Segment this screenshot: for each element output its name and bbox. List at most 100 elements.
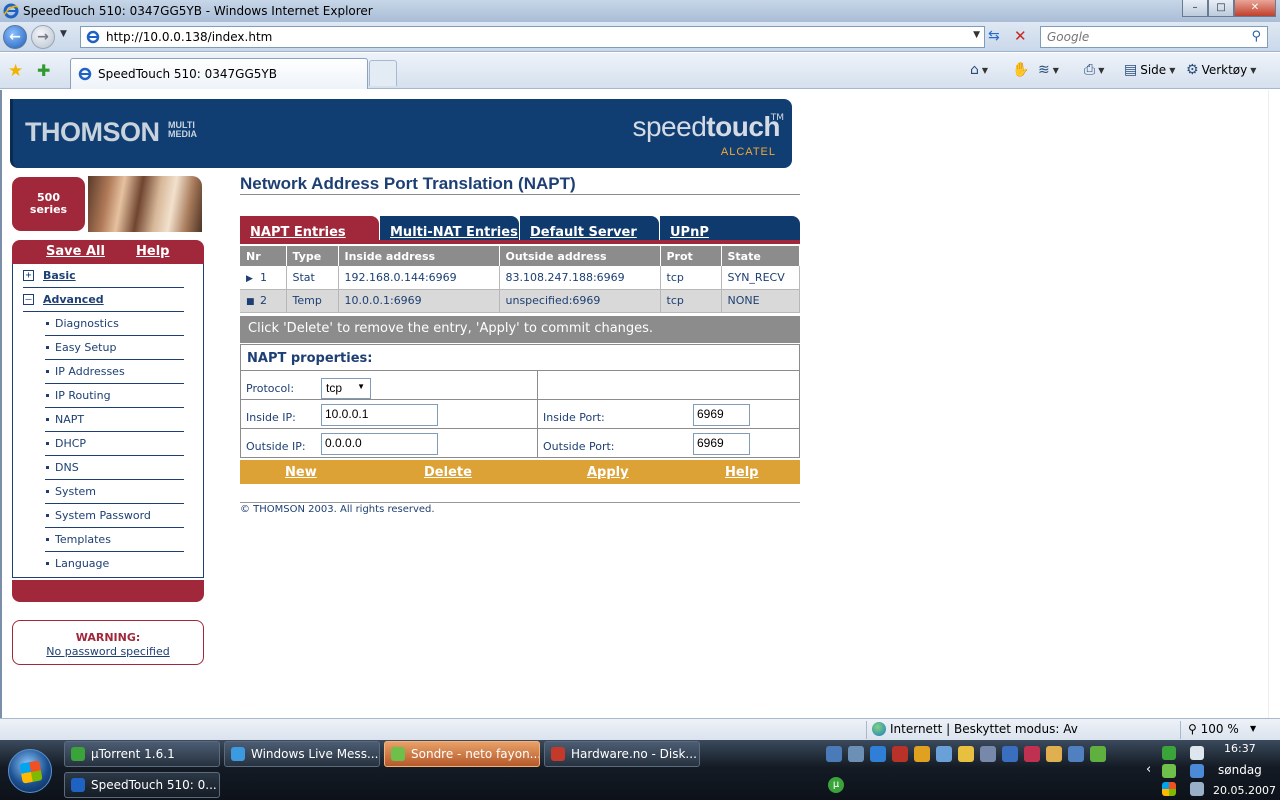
security-zone[interactable]: Internett | Beskyttet modus: Av — [872, 722, 1078, 736]
add-favorite-icon[interactable]: ✚ — [37, 61, 50, 80]
tray-film-icon[interactable] — [980, 746, 996, 762]
address-url[interactable]: http://10.0.0.138/index.htm — [106, 30, 272, 44]
inside-ip-input[interactable]: 10.0.0.1 — [321, 404, 438, 426]
sidebar-item-dhcp[interactable]: DHCP — [13, 432, 203, 456]
home-button[interactable]: ⌂ ▼ — [970, 62, 988, 78]
back-button[interactable]: ← — [3, 25, 27, 49]
sidebar-item-label[interactable]: System — [55, 485, 96, 498]
tray-media-icon[interactable] — [914, 746, 930, 762]
taskbar-speedtouch[interactable]: SpeedTouch 510: 0... — [64, 772, 220, 798]
address-dropdown-icon[interactable]: ▼ — [973, 30, 980, 40]
sidebar-item-ip-routing[interactable]: IP Routing — [13, 384, 203, 408]
delete-button[interactable]: Delete — [424, 465, 472, 480]
show-hidden-icons-chevron[interactable]: ‹ — [1146, 762, 1151, 777]
tray-ie-icon[interactable] — [870, 746, 886, 762]
forward-button[interactable]: → — [31, 25, 55, 49]
tray-utorrent-icon[interactable]: µ — [828, 777, 844, 793]
new-tab-button[interactable] — [369, 60, 397, 86]
sidebar-help-link[interactable]: Help — [136, 244, 169, 259]
address-bar[interactable]: http://10.0.0.138/index.htm ▼ — [80, 26, 985, 48]
taskbar-sondre-chat[interactable]: Sondre - neto fayon... — [384, 741, 540, 767]
history-dropdown-icon[interactable]: ▼ — [60, 29, 67, 39]
taskbar-live-messenger[interactable]: Windows Live Mess... — [224, 741, 380, 767]
tray-app-icon[interactable] — [936, 746, 952, 762]
sidebar-item-diagnostics[interactable]: Diagnostics — [13, 312, 203, 336]
new-button[interactable]: New — [285, 465, 317, 480]
sidebar-item-label[interactable]: Advanced — [43, 293, 104, 306]
tray-folder-icon[interactable] — [958, 746, 974, 762]
sidebar-item-ip-addresses[interactable]: IP Addresses — [13, 360, 203, 384]
sidebar-item-napt[interactable]: NAPT — [13, 408, 203, 432]
collapse-minus-icon[interactable]: – — [23, 294, 34, 305]
page-menu[interactable]: ▤ Side ▼ — [1124, 62, 1175, 78]
sidebar-item-label[interactable]: System Password — [55, 509, 151, 522]
search-input[interactable] — [1045, 28, 1240, 46]
minimize-button[interactable]: – — [1182, 0, 1208, 17]
taskbar-utorrent[interactable]: µTorrent 1.6.1 — [64, 741, 220, 767]
zoom-level[interactable]: ⚲ 100 % — [1188, 722, 1239, 736]
sidebar-item-easy-setup[interactable]: Easy Setup — [13, 336, 203, 360]
no-password-link[interactable]: No password specified — [13, 645, 203, 658]
favorites-star-icon[interactable]: ★ — [8, 61, 23, 81]
tray-window-icon[interactable] — [826, 746, 842, 762]
table-row-selected[interactable]: ■ 2 Temp 10.0.0.1:6969 unspecified:6969 t… — [240, 289, 800, 313]
tray-messenger-icon[interactable] — [1162, 764, 1176, 778]
clock-time[interactable]: 16:37 — [1224, 742, 1256, 755]
sidebar-item-label[interactable]: Language — [55, 557, 109, 570]
print-button[interactable]: ⎙ ▼ — [1084, 62, 1104, 78]
sidebar-item-label[interactable]: IP Routing — [55, 389, 111, 402]
help-button[interactable]: Help — [725, 465, 758, 480]
tray-desktop-icon[interactable] — [848, 746, 864, 762]
tray-chat-icon[interactable] — [1046, 746, 1062, 762]
cell-nr[interactable]: ■ 2 — [240, 289, 287, 313]
tab-napt-entries[interactable]: NAPT Entries — [240, 216, 379, 242]
tray-opera-icon[interactable] — [892, 746, 908, 762]
browser-tab-active[interactable]: SpeedTouch 510: 0347GG5YB — [70, 58, 368, 89]
expand-plus-icon[interactable]: + — [23, 270, 34, 281]
tray-bolt-icon[interactable] — [1002, 746, 1018, 762]
cell-nr[interactable]: ▶ 1 — [240, 266, 287, 290]
sidebar-item-system[interactable]: System — [13, 480, 203, 504]
sidebar-item-label[interactable]: IP Addresses — [55, 365, 125, 378]
sidebar-item-label[interactable]: DHCP — [55, 437, 86, 450]
zoom-dropdown-icon[interactable]: ▼ — [1250, 724, 1256, 733]
sidebar-item-label[interactable]: Basic — [43, 269, 76, 282]
sidebar-item-label[interactable]: Easy Setup — [55, 341, 116, 354]
taskbar-hardware-no[interactable]: Hardware.no - Disk... — [544, 741, 700, 767]
sidebar-item-language[interactable]: Language — [13, 552, 203, 576]
research-button[interactable]: ✋ — [1012, 62, 1029, 78]
sidebar-item-templates[interactable]: Templates — [13, 528, 203, 552]
tab-multi-nat-entries[interactable]: Multi-NAT Entries — [380, 216, 519, 242]
feeds-button[interactable]: ≋ ▼ — [1038, 62, 1059, 78]
tab-default-server[interactable]: Default Server — [520, 216, 659, 242]
tray-stack-icon[interactable] — [1024, 746, 1040, 762]
tray-battery-icon[interactable] — [1190, 746, 1204, 760]
tray-network-icon[interactable] — [1068, 746, 1084, 762]
sidebar-item-label[interactable]: DNS — [55, 461, 79, 474]
save-all-link[interactable]: Save All — [46, 244, 105, 259]
inside-port-input[interactable]: 6969 — [693, 404, 750, 426]
sidebar-item-label[interactable]: Diagnostics — [55, 317, 119, 330]
search-icon[interactable]: ⚲ — [1251, 29, 1261, 44]
sidebar-item-label[interactable]: Templates — [55, 533, 111, 546]
sidebar-item-system-password[interactable]: System Password — [13, 504, 203, 528]
tray-network-status-icon[interactable] — [1190, 764, 1204, 778]
close-window-button[interactable]: ✕ — [1234, 0, 1276, 17]
sidebar-item-label[interactable]: NAPT — [55, 413, 84, 426]
clock-date[interactable]: 20.05.2007 — [1213, 784, 1276, 797]
search-box[interactable]: ⚲ — [1040, 26, 1268, 48]
stop-icon[interactable]: ✕ — [1014, 27, 1027, 45]
sidebar-item-basic[interactable]: + Basic — [13, 264, 203, 288]
apply-button[interactable]: Apply — [587, 465, 629, 480]
outside-ip-input[interactable]: 0.0.0.0 — [321, 433, 438, 455]
start-button[interactable] — [8, 749, 52, 793]
volume-icon[interactable] — [1190, 782, 1204, 796]
refresh-icon[interactable]: ⇆ — [988, 28, 1000, 44]
table-row[interactable]: ▶ 1 Stat 192.168.0.144:6969 83.108.247.18… — [240, 266, 800, 290]
outside-port-input[interactable]: 6969 — [693, 433, 750, 455]
tray-windows-icon[interactable] — [1162, 782, 1176, 796]
maximize-button[interactable]: □ — [1208, 0, 1234, 17]
tab-upnp[interactable]: UPnP — [660, 216, 800, 242]
tray-utorrent-small-icon[interactable] — [1162, 746, 1176, 760]
protocol-select[interactable]: tcp ▼ — [321, 378, 371, 399]
